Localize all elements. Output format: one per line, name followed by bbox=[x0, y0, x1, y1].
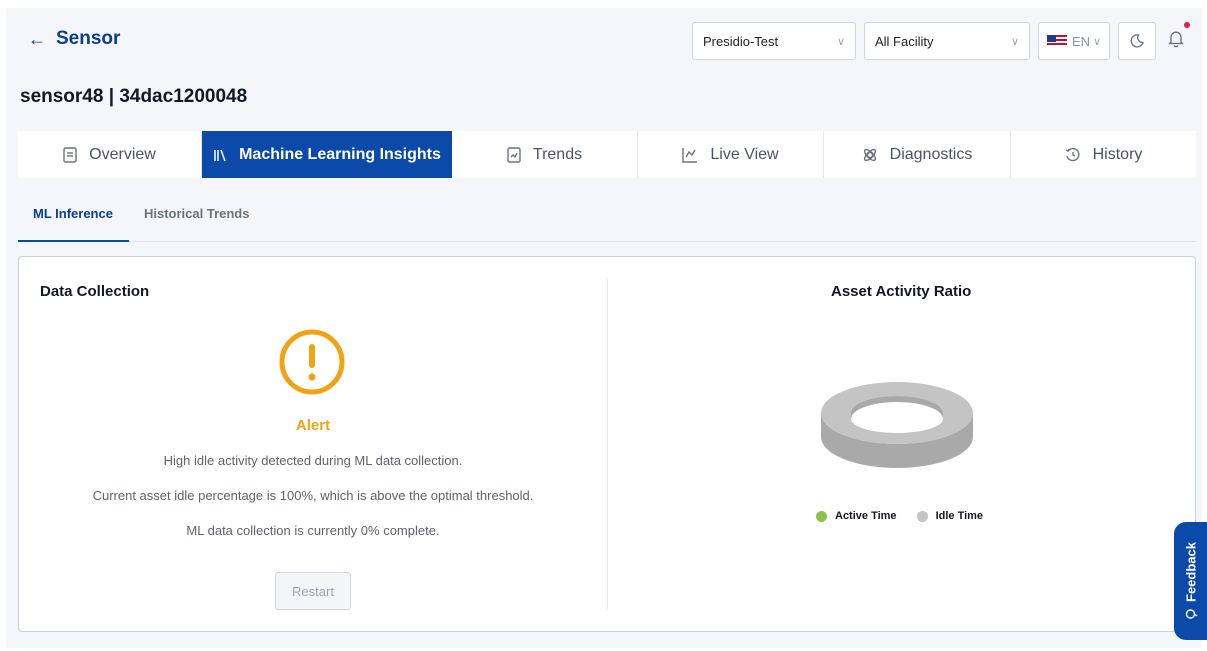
app-container: ← Sensor sensor48 | 34dac1200048 Presidi… bbox=[6, 8, 1202, 648]
notifications-button[interactable] bbox=[1166, 22, 1190, 52]
document-icon bbox=[63, 146, 77, 163]
tab-trends[interactable]: Trends bbox=[452, 131, 638, 178]
legend-item-idle: Idle Time bbox=[916, 510, 984, 522]
donut-hole bbox=[851, 405, 943, 433]
notification-dot bbox=[1184, 22, 1190, 28]
chevron-down-icon: ∨ bbox=[836, 35, 845, 48]
asset-activity-ratio-title: Asset Activity Ratio bbox=[831, 283, 972, 300]
card-divider bbox=[607, 279, 608, 609]
back-arrow-icon: ← bbox=[28, 28, 46, 49]
chevron-down-icon: ∨ bbox=[1010, 35, 1019, 48]
moon-icon bbox=[1130, 34, 1144, 48]
alert-status-label: Alert bbox=[295, 417, 331, 434]
legend-swatch-idle bbox=[916, 510, 928, 522]
tab-label: Diagnostics bbox=[889, 145, 973, 163]
chart-legend: Active Time Idle Time bbox=[816, 510, 983, 522]
tab-machine-learning-insights[interactable]: Machine Learning Insights bbox=[202, 131, 452, 178]
legend-item-active: Active Time bbox=[816, 510, 897, 522]
language-select[interactable]: EN ∨ bbox=[1038, 22, 1110, 60]
active-subtab-indicator bbox=[18, 240, 129, 242]
organization-select-value: Presidio-Test bbox=[703, 33, 779, 49]
subtab-historical-trends[interactable]: Historical Trends bbox=[144, 206, 249, 221]
tab-label: Trends bbox=[532, 145, 583, 163]
tab-label: Machine Learning Insights bbox=[239, 145, 441, 163]
alert-message-progress: ML data collection is currently 0% compl… bbox=[186, 523, 440, 538]
feedback-icon bbox=[1184, 609, 1197, 619]
subtab-ml-inference[interactable]: ML Inference bbox=[33, 206, 113, 221]
tab-diagnostics[interactable]: Diagnostics bbox=[824, 131, 1011, 178]
back-label: Sensor bbox=[56, 28, 121, 49]
top-controls: Presidio-Test ∨ All Facility ∨ EN ∨ bbox=[692, 22, 1156, 60]
main-tabs: Overview Machine Learning Insights Trend… bbox=[18, 131, 1196, 178]
diagnostics-icon bbox=[863, 148, 876, 161]
legend-swatch-active bbox=[816, 510, 827, 522]
alert-icon bbox=[279, 329, 345, 395]
page-title: sensor48 | 34dac1200048 bbox=[20, 86, 248, 107]
feedback-button[interactable]: Feedback bbox=[1174, 522, 1207, 640]
back-to-sensor-link[interactable]: ← Sensor bbox=[28, 28, 120, 50]
legend-label-active: Active Time bbox=[835, 510, 897, 522]
tab-overview[interactable]: Overview bbox=[18, 131, 202, 178]
sub-tabs: ML Inference Historical Trends bbox=[18, 198, 1196, 242]
history-icon bbox=[1065, 147, 1080, 161]
library-icon bbox=[214, 149, 226, 161]
facility-select[interactable]: All Facility ∨ bbox=[864, 22, 1030, 60]
alert-message-idle: High idle activity detected during ML da… bbox=[163, 453, 463, 468]
tab-label: Overview bbox=[89, 145, 156, 163]
data-collection-title: Data Collection bbox=[40, 283, 150, 300]
legend-label-idle: Idle Time bbox=[935, 510, 984, 522]
feedback-label: Feedback bbox=[1183, 542, 1198, 602]
activity-ratio-donut-chart bbox=[821, 381, 973, 468]
organization-select[interactable]: Presidio-Test ∨ bbox=[692, 22, 856, 60]
bell-icon bbox=[1168, 31, 1184, 48]
language-select-value: EN bbox=[1072, 33, 1091, 49]
facility-select-value: All Facility bbox=[875, 33, 934, 49]
alert-message-threshold: Current asset idle percentage is 100%, w… bbox=[92, 488, 534, 503]
us-flag-icon bbox=[1047, 35, 1067, 47]
tab-history[interactable]: History bbox=[1011, 131, 1196, 178]
tab-label: Live View bbox=[710, 145, 779, 163]
tab-label: History bbox=[1092, 145, 1143, 163]
restart-button[interactable]: Restart bbox=[275, 572, 351, 610]
theme-toggle-button[interactable] bbox=[1118, 22, 1156, 60]
ml-inference-card: Data Collection Alert High idle activity… bbox=[18, 256, 1196, 632]
donut-chart-marks bbox=[821, 381, 973, 468]
chevron-down-icon: ∨ bbox=[1092, 35, 1101, 48]
trend-file-icon bbox=[507, 146, 521, 163]
tab-live-view[interactable]: Live View bbox=[638, 131, 824, 178]
chart-icon bbox=[682, 147, 698, 163]
